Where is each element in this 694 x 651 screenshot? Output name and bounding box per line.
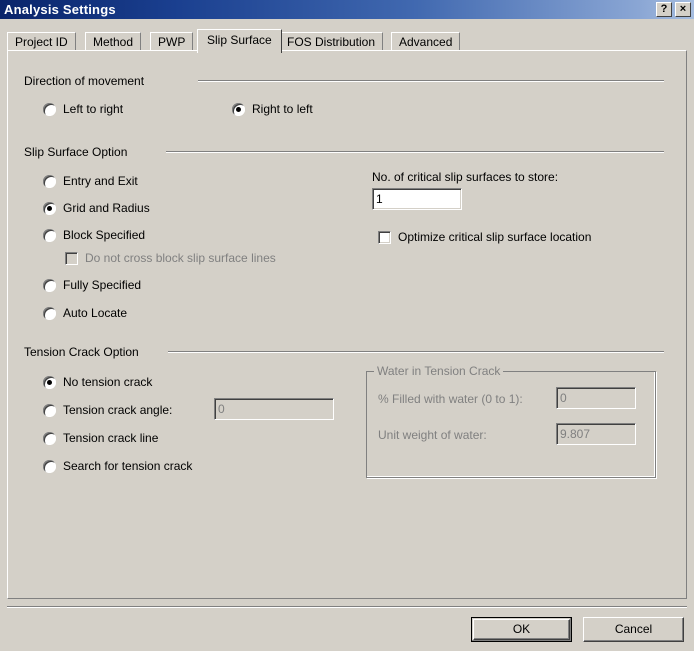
tension-crack-option-separator: [168, 351, 664, 353]
radio-grid-and-radius[interactable]: [43, 202, 56, 215]
tab-slip-surface[interactable]: Slip Surface: [197, 29, 282, 53]
tab-pwp[interactable]: PWP: [150, 32, 194, 51]
direction-of-movement-heading: Direction of movement: [24, 74, 145, 88]
ok-button-face: OK: [473, 619, 570, 640]
slip-surface-panel: Direction of movement Left to right Righ…: [7, 50, 687, 599]
radio-dot: [47, 380, 52, 385]
tension-crack-angle-input: 0: [214, 398, 334, 420]
radio-tension-crack-line[interactable]: [43, 432, 56, 445]
radio-auto-locate[interactable]: [43, 307, 56, 320]
ok-button[interactable]: OK: [471, 617, 572, 642]
tab-method[interactable]: Method: [85, 32, 142, 51]
window-titlebar: Analysis Settings ? ×: [0, 0, 694, 19]
radio-entry-and-exit[interactable]: [43, 175, 56, 188]
radio-block-specified[interactable]: [43, 229, 56, 242]
radio-label-search-for-tension-crack[interactable]: Search for tension crack: [63, 459, 192, 473]
radio-label-entry-and-exit[interactable]: Entry and Exit: [63, 174, 138, 188]
radio-label-left-to-right[interactable]: Left to right: [63, 102, 123, 116]
label-percent-filled-with-water: % Filled with water (0 to 1):: [378, 392, 523, 406]
radio-search-for-tension-crack[interactable]: [43, 460, 56, 473]
label-unit-weight-of-water: Unit weight of water:: [378, 428, 487, 442]
radio-dot: [236, 107, 241, 112]
slip-surface-option-heading: Slip Surface Option: [24, 145, 128, 159]
critical-slip-surfaces-input[interactable]: 1: [372, 188, 462, 210]
tension-crack-option-heading: Tension Crack Option: [24, 345, 139, 359]
radio-label-auto-locate[interactable]: Auto Locate: [63, 306, 127, 320]
checkbox-do-not-cross-block-lines: [65, 252, 78, 265]
label-optimize-critical-slip-surface[interactable]: Optimize critical slip surface location: [398, 230, 591, 244]
label-do-not-cross-block-lines: Do not cross block slip surface lines: [85, 251, 276, 265]
radio-no-tension-crack[interactable]: [43, 376, 56, 389]
percent-filled-with-water-input: 0: [556, 387, 636, 409]
unit-weight-of-water-input: 9.807: [556, 423, 636, 445]
water-in-tension-crack-title: Water in Tension Crack: [374, 364, 504, 378]
slip-surface-option-separator: [166, 151, 664, 153]
checkbox-optimize-critical-slip-surface[interactable]: [378, 231, 391, 244]
radio-tension-crack-angle[interactable]: [43, 404, 56, 417]
radio-right-to-left[interactable]: [232, 103, 245, 116]
radio-label-tension-crack-line[interactable]: Tension crack line: [63, 431, 158, 445]
tab-strip: Project ID Method PWP Slip Surface FOS D…: [7, 29, 687, 53]
radio-label-fully-specified[interactable]: Fully Specified: [63, 278, 141, 292]
label-critical-slip-surfaces-to-store: No. of critical slip surfaces to store:: [372, 170, 559, 184]
tab-fos-distribution[interactable]: FOS Distribution: [279, 32, 384, 51]
direction-of-movement-separator: [198, 80, 664, 82]
tab-project-id[interactable]: Project ID: [7, 32, 76, 51]
radio-dot: [47, 206, 52, 211]
cancel-button[interactable]: Cancel: [583, 617, 684, 642]
close-icon[interactable]: ×: [675, 2, 691, 17]
radio-label-grid-and-radius[interactable]: Grid and Radius: [63, 201, 150, 215]
radio-label-tension-crack-angle[interactable]: Tension crack angle:: [63, 403, 172, 417]
window-title: Analysis Settings: [4, 2, 116, 17]
radio-label-right-to-left[interactable]: Right to left: [252, 102, 313, 116]
radio-left-to-right[interactable]: [43, 103, 56, 116]
tab-advanced[interactable]: Advanced: [391, 32, 461, 51]
radio-fully-specified[interactable]: [43, 279, 56, 292]
radio-label-block-specified[interactable]: Block Specified: [63, 228, 145, 242]
help-icon[interactable]: ?: [656, 2, 672, 17]
radio-label-no-tension-crack[interactable]: No tension crack: [63, 375, 152, 389]
footer-separator: [7, 606, 687, 608]
